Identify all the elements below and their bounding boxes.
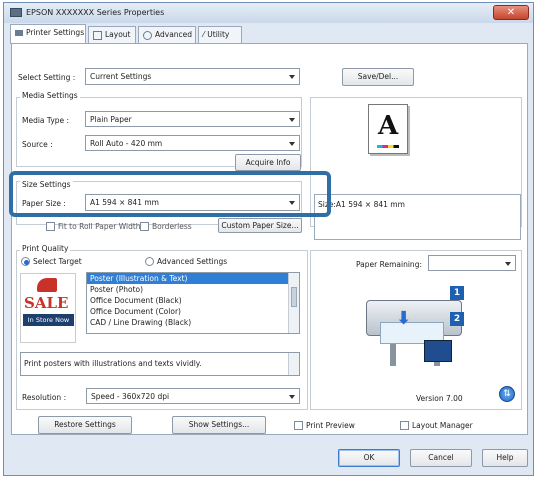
title-bar: EPSON XXXXXXX Series Properties ✕ <box>4 3 533 23</box>
chevron-down-icon <box>289 75 295 79</box>
save-del-button[interactable]: Save/Del... <box>342 68 414 86</box>
cancel-button[interactable]: Cancel <box>410 449 472 467</box>
advanced-settings-label: Advanced Settings <box>157 257 228 266</box>
page-preview-icon: A <box>368 104 408 154</box>
acquire-info-button[interactable]: Acquire Info <box>235 154 301 171</box>
page-preview-letter: A <box>378 111 399 141</box>
printer-icon <box>10 8 22 17</box>
media-type-label: Media Type : <box>22 116 70 125</box>
tab-printer-settings[interactable]: Printer Settings <box>10 24 86 44</box>
close-icon: ✕ <box>506 7 516 18</box>
size-info-box: Size:A1 594 × 841 mm <box>314 194 521 240</box>
badge-1-icon: 1 <box>450 286 464 300</box>
list-item[interactable]: Office Document (Black) <box>87 295 299 306</box>
source-combo[interactable]: Roll Auto - 420 mm <box>85 135 300 151</box>
list-scrollbar[interactable] <box>288 273 299 333</box>
description-text: Print posters with illustrations and tex… <box>24 359 202 368</box>
list-item[interactable]: Poster (Illustration & Text) <box>87 273 288 284</box>
sale-preview-image: SALE In Store Now <box>20 273 76 343</box>
tab-advanced[interactable]: Advanced <box>138 26 196 43</box>
printer-settings-panel: Select Setting : Current Settings Save/D… <box>11 43 528 435</box>
tab-utility[interactable]: ⁄ Utility <box>198 26 242 43</box>
chevron-down-icon <box>289 395 295 399</box>
printer-screen-icon <box>424 340 452 362</box>
print-preview-label: Print Preview <box>306 421 355 430</box>
printer-settings-icon <box>15 30 23 36</box>
print-quality-title: Print Quality <box>20 244 71 253</box>
arrow-down-icon: ⬇ <box>396 308 412 329</box>
select-setting-combo[interactable]: Current Settings <box>85 68 300 85</box>
version-text: Version 7.00 <box>416 394 463 403</box>
tab-layout[interactable]: Layout <box>88 26 136 43</box>
badge-2-icon: 2 <box>450 312 464 326</box>
tab-strip: Printer Settings Layout Advanced ⁄ Utilit… <box>4 23 533 44</box>
in-store-text: In Store Now <box>23 314 74 326</box>
media-settings-title: Media Settings <box>20 91 80 100</box>
paper-remaining-combo[interactable] <box>428 255 516 271</box>
paper-remaining-label: Paper Remaining: <box>356 260 422 269</box>
target-list[interactable]: Poster (Illustration & Text) Poster (Pho… <box>86 272 300 334</box>
resolution-label: Resolution : <box>22 393 67 402</box>
description-scrollbar[interactable] <box>288 353 299 375</box>
list-item[interactable]: Office Document (Color) <box>87 306 299 317</box>
layout-icon <box>93 30 102 40</box>
resolution-combo[interactable]: Speed - 360x720 dpi <box>86 388 300 404</box>
list-item[interactable]: Poster (Photo) <box>87 284 299 295</box>
borderless-checkbox[interactable] <box>140 222 149 231</box>
help-button[interactable]: Help <box>482 449 528 467</box>
ink-bar-icon <box>377 145 399 148</box>
layout-manager-label: Layout Manager <box>412 421 473 430</box>
restore-settings-button[interactable]: Restore Settings <box>38 416 132 434</box>
update-icon[interactable]: ⇅ <box>499 386 515 402</box>
sale-text: SALE <box>24 294 69 312</box>
print-preview-checkbox[interactable] <box>294 421 303 430</box>
media-type-combo[interactable]: Plain Paper <box>85 111 300 127</box>
scroll-thumb[interactable] <box>291 287 297 307</box>
select-target-label: Select Target <box>33 257 82 266</box>
window-title: EPSON XXXXXXX Series Properties <box>26 8 165 17</box>
show-settings-button[interactable]: Show Settings... <box>172 416 266 434</box>
ok-button[interactable]: OK <box>338 449 400 467</box>
size-settings-highlight <box>9 171 331 217</box>
utility-icon: ⁄ <box>203 30 205 39</box>
shoe-icon <box>37 278 57 292</box>
layout-manager-checkbox[interactable] <box>400 421 409 430</box>
borderless-label: Borderless <box>152 222 192 231</box>
chevron-down-icon <box>289 142 295 146</box>
select-target-radio[interactable] <box>21 257 30 266</box>
select-setting-label: Select Setting : <box>18 73 76 82</box>
advanced-settings-radio[interactable] <box>145 257 154 266</box>
fit-roll-width-checkbox[interactable] <box>46 222 55 231</box>
list-item[interactable]: CAD / Line Drawing (Black) <box>87 317 299 328</box>
properties-window: EPSON XXXXXXX Series Properties ✕ Printe… <box>3 2 534 476</box>
close-button[interactable]: ✕ <box>493 5 529 20</box>
advanced-icon <box>143 30 152 40</box>
chevron-down-icon <box>289 118 295 122</box>
chevron-down-icon <box>505 262 511 266</box>
size-info-text: Size:A1 594 × 841 mm <box>318 200 405 209</box>
fit-roll-width-label: Fit to Roll Paper Width <box>58 222 141 231</box>
source-label: Source : <box>22 140 53 149</box>
custom-paper-size-button[interactable]: Custom Paper Size... <box>218 218 302 233</box>
description-box: Print posters with illustrations and tex… <box>20 352 300 376</box>
printer-illustration: ⬇ 1 2 <box>360 282 468 370</box>
